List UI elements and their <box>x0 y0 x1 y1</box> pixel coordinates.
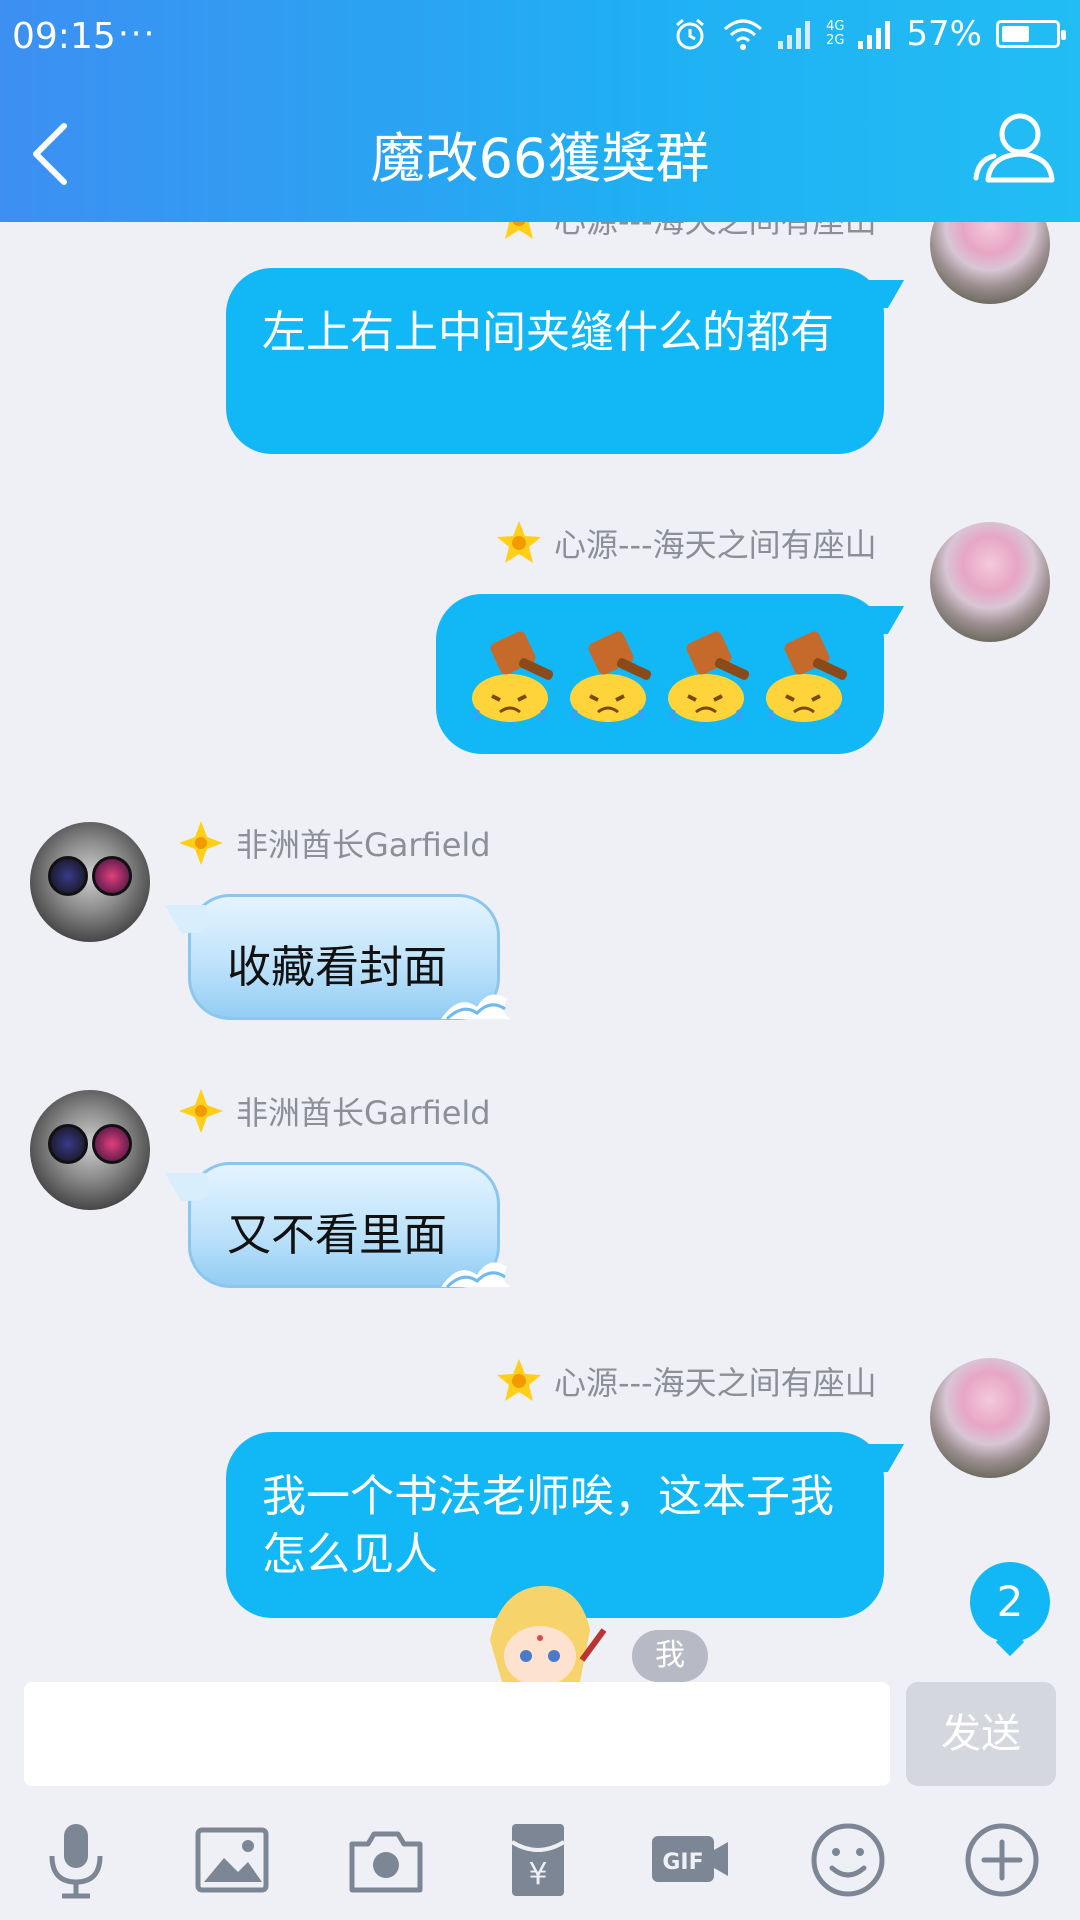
message-input[interactable] <box>24 1682 890 1786</box>
me-tag[interactable]: 我 <box>632 1630 708 1682</box>
avatar[interactable] <box>30 822 150 942</box>
network-type: 4G 2G <box>826 20 844 48</box>
avatar[interactable] <box>930 1358 1050 1478</box>
message-bubble[interactable] <box>436 594 884 754</box>
red-packet-icon[interactable]: ¥ <box>498 1820 578 1900</box>
diamond-badge-icon <box>179 821 223 865</box>
emoji-row <box>466 624 854 724</box>
battery-percent: 57% <box>906 14 982 54</box>
toolbar: ¥ GIF <box>0 1820 1080 1920</box>
signal-bars-icon-2 <box>858 21 891 49</box>
nav-bar: 魔改66獲獎群 <box>0 78 1080 222</box>
status-time: 09:15 <box>12 16 116 57</box>
camera-icon[interactable] <box>346 1820 426 1900</box>
group-members-icon[interactable] <box>970 102 1060 192</box>
alarm-icon <box>676 18 705 50</box>
message-bubble[interactable]: 左上右上中间夹缝什么的都有 <box>226 268 884 454</box>
header: 09:15 ··· 4G 2G 57% 魔改66獲獎群 <box>0 0 1080 222</box>
message-text: 收藏看封面 <box>227 942 447 993</box>
mic-icon[interactable] <box>36 1820 116 1900</box>
avatar-glass <box>92 1124 132 1164</box>
image-icon[interactable] <box>192 1820 272 1900</box>
message-text: 左上右上中间夹缝什么的都有 <box>262 307 834 358</box>
character-sticker-icon <box>490 1585 607 1682</box>
hammer-cry-emoji-icon <box>766 631 848 722</box>
message-bubble[interactable]: 又不看里面 <box>188 1162 511 1289</box>
emoji-icon[interactable] <box>808 1820 888 1900</box>
avatar[interactable] <box>930 222 1050 304</box>
avatar[interactable] <box>30 1090 150 1210</box>
gif-icon[interactable]: GIF <box>650 1820 730 1900</box>
avatar[interactable] <box>930 522 1050 642</box>
status-icons: 4G 2G 57% <box>672 14 1066 54</box>
plus-icon[interactable] <box>962 1820 1042 1900</box>
avatar-glass <box>48 1124 88 1164</box>
sender-name: 非洲酋长Garfield <box>176 818 491 868</box>
network-type-top: 4G <box>826 19 845 34</box>
message-text: 又不看里面 <box>227 1210 447 1261</box>
input-bar: 发送 <box>0 1682 1080 1802</box>
signal-bars-icon-1 <box>778 21 811 49</box>
avatar-glass <box>92 856 132 896</box>
hammer-cry-emoji-icon <box>668 631 750 722</box>
sender-name: 心源---海天之间有座山 <box>494 1356 877 1406</box>
wave-decoration-icon <box>441 994 511 1021</box>
diamond-badge-icon <box>179 1089 223 1133</box>
svg-text:GIF: GIF <box>662 1850 703 1875</box>
chat-area[interactable]: 心源---海天之间有座山 左上右上中间夹缝什么的都有 心源---海天之间有座山 <box>0 222 1080 1682</box>
message-bubble[interactable]: 收藏看封面 <box>188 894 511 1021</box>
notification-dots: ··· <box>118 14 157 54</box>
sender-name-text: 心源---海天之间有座山 <box>554 222 877 242</box>
sender-name-text: 非洲酋长Garfield <box>236 826 491 864</box>
hammer-cry-emoji-icon <box>570 631 652 722</box>
sender-name-text: 心源---海天之间有座山 <box>554 526 877 564</box>
hammer-cry-emoji-icon <box>472 631 554 722</box>
sender-name: 心源---海天之间有座山 <box>494 518 877 568</box>
star-badge-icon <box>505 222 533 239</box>
sender-name: 心源---海天之间有座山 <box>494 222 877 244</box>
page-title: 魔改66獲獎群 <box>370 127 710 190</box>
unread-badge[interactable]: 2 <box>970 1562 1050 1642</box>
sender-name-text: 心源---海天之间有座山 <box>554 1364 877 1402</box>
wave-decoration-icon <box>441 1262 511 1289</box>
message-text: 我一个书法老师唉，这本子我怎么见人 <box>262 1471 834 1580</box>
star-badge-icon <box>497 1359 541 1401</box>
star-badge-icon <box>497 521 541 563</box>
avatar-glass <box>48 856 88 896</box>
send-button[interactable]: 发送 <box>906 1682 1056 1786</box>
sender-name: 非洲酋长Garfield <box>176 1086 491 1136</box>
battery-icon <box>996 20 1066 48</box>
status-bar: 09:15 ··· 4G 2G 57% <box>0 0 1080 78</box>
sender-name-text: 非洲酋长Garfield <box>236 1094 491 1132</box>
svg-text:¥: ¥ <box>528 1857 547 1892</box>
network-type-bottom: 2G <box>826 33 845 48</box>
battery-fill <box>1002 26 1030 42</box>
wifi-icon <box>724 19 763 50</box>
